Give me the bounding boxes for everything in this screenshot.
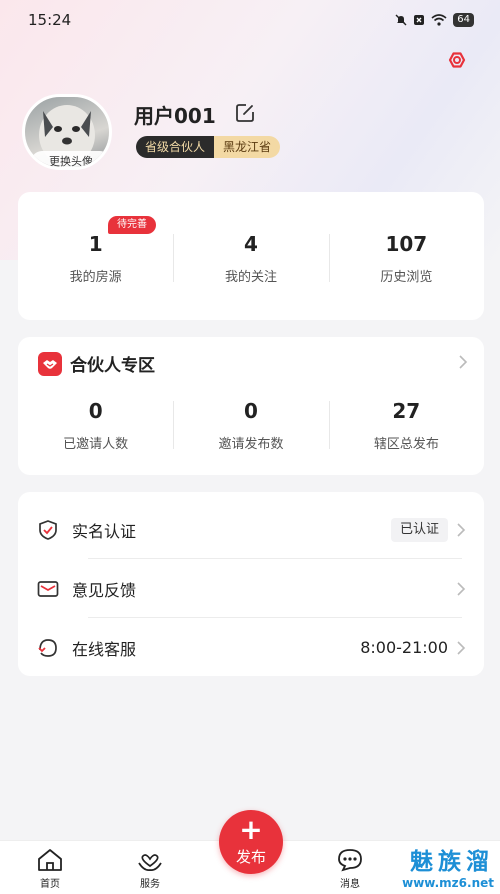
role-badges: 省级合伙人 黑龙江省 — [136, 136, 281, 158]
shield-check-icon — [36, 518, 60, 542]
my-stats-card: 待完善 1 我的房源 4 我的关注 107 历史浏览 — [18, 192, 484, 320]
stat-value: 0 — [244, 399, 258, 423]
edit-profile-button[interactable] — [234, 102, 256, 124]
edit-icon — [236, 104, 254, 122]
status-time: 15:24 — [28, 11, 72, 29]
stat-value: 27 — [392, 399, 421, 423]
tab-label: 服务 — [140, 879, 160, 890]
headset-icon — [36, 636, 60, 660]
menu-item-feedback[interactable]: 意见反馈 — [36, 559, 466, 618]
profile-section: 更换头像 用户001 省级合伙人 黑龙江省 — [22, 94, 482, 174]
home-icon — [38, 849, 62, 871]
menu-label: 意见反馈 — [72, 580, 137, 600]
stat-region-posts[interactable]: 27 辖区总发布 — [328, 397, 484, 452]
battery-indicator: 64 — [453, 13, 474, 27]
chevron-right-icon — [459, 355, 468, 369]
chevron-right-icon — [457, 522, 466, 537]
watermark-url: www.mz6.net — [402, 876, 494, 890]
publish-button[interactable]: + 发布 — [219, 810, 283, 874]
stat-my-follows[interactable]: 4 我的关注 — [173, 230, 328, 285]
stat-history[interactable]: 107 历史浏览 — [328, 230, 484, 285]
menu-label: 在线客服 — [72, 639, 137, 659]
tab-label: 首页 — [40, 879, 60, 890]
stat-my-listings[interactable]: 1 我的房源 — [18, 230, 173, 285]
username: 用户001 — [134, 104, 216, 128]
wifi-icon — [431, 14, 447, 26]
partner-zone-header[interactable]: 合伙人专区 — [38, 351, 468, 376]
chevron-right-icon — [457, 640, 466, 655]
status-icons: 64 — [395, 13, 474, 27]
tab-home[interactable]: 首页 — [20, 847, 80, 890]
heart-hands-icon — [138, 854, 162, 871]
menu-item-online-service[interactable]: 在线客服 8:00-21:00 — [36, 618, 466, 677]
verified-badge: 已认证 — [390, 517, 448, 542]
partner-zone-title: 合伙人专区 — [70, 356, 155, 376]
settings-menu-card: 实名认证 已认证 意见反馈 在线客服 8:00-21:00 — [18, 492, 484, 676]
service-hours: 8:00-21:00 — [360, 638, 448, 657]
stat-value: 1 — [88, 232, 103, 256]
change-avatar-label[interactable]: 更换头像 — [31, 151, 109, 167]
stat-label: 辖区总发布 — [373, 437, 439, 452]
region-badge: 黑龙江省 — [214, 136, 281, 158]
stat-value: 107 — [385, 232, 428, 256]
watermark: 魅族溜 www.mz6.net — [358, 848, 500, 894]
stat-label: 历史浏览 — [380, 270, 433, 285]
tab-services[interactable]: 服务 — [120, 847, 180, 890]
handshake-icon — [38, 351, 62, 376]
watermark-title: 魅族溜 — [410, 849, 494, 875]
partner-level-badge: 省级合伙人 — [136, 136, 215, 158]
stats-row: 1 我的房源 4 我的关注 107 历史浏览 — [18, 230, 484, 285]
partner-zone-card: 合伙人专区 0 已邀请人数 0 邀请发布数 27 辖区总发布 — [18, 337, 484, 475]
plus-icon: + — [239, 813, 263, 846]
settings-icon — [448, 52, 466, 68]
status-bar: 15:24 64 — [0, 0, 500, 40]
stat-label: 我的房源 — [69, 270, 122, 285]
stat-value: 4 — [244, 232, 258, 256]
stat-label: 已邀请人数 — [63, 437, 129, 452]
chevron-right-icon — [457, 581, 466, 596]
stat-label: 邀请发布数 — [218, 437, 284, 452]
stat-label: 我的关注 — [224, 270, 277, 285]
menu-item-realname[interactable]: 实名认证 已认证 — [36, 500, 466, 559]
settings-button[interactable] — [440, 45, 474, 75]
menu-label: 实名认证 — [72, 521, 137, 541]
stat-invited-posts[interactable]: 0 邀请发布数 — [173, 397, 328, 452]
publish-label: 发布 — [235, 848, 266, 866]
stat-value: 0 — [88, 399, 103, 423]
stat-invited-count[interactable]: 0 已邀请人数 — [18, 397, 173, 452]
sim-icon — [414, 15, 425, 25]
mute-icon — [395, 14, 407, 26]
avatar[interactable]: 更换头像 — [22, 94, 112, 170]
partner-stats-row: 0 已邀请人数 0 邀请发布数 27 辖区总发布 — [18, 397, 484, 452]
mail-icon — [36, 577, 60, 601]
